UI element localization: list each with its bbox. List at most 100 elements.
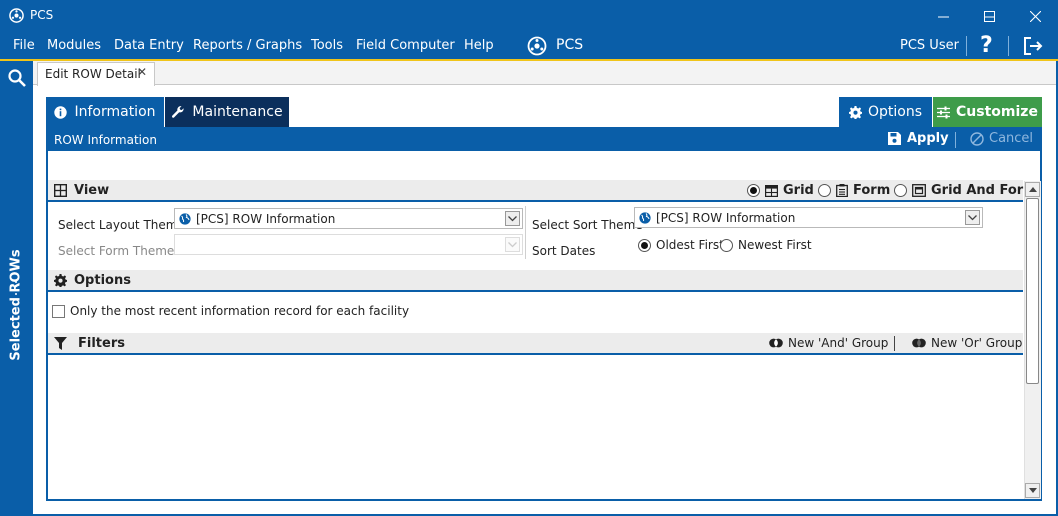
maximize-icon: [983, 10, 995, 22]
new-or-group-label: New 'Or' Group: [931, 336, 1023, 350]
tab-information[interactable]: Information: [46, 97, 164, 127]
minimize-button-hit[interactable]: [920, 0, 966, 32]
gear-icon: [54, 274, 67, 287]
options-button-label: Options: [867, 104, 923, 120]
sort-dates-newest-radio[interactable]: [720, 238, 733, 252]
options-section-title: Options: [54, 273, 131, 288]
menu-tools[interactable]: Tools: [311, 38, 343, 53]
layout-theme-label: Select Layout Theme: [58, 218, 185, 232]
scroll-up-button[interactable]: [1025, 182, 1040, 197]
grid-icon: [54, 184, 67, 197]
form-theme-select[interactable]: [174, 234, 523, 255]
menu-field-computer[interactable]: Field Computer: [356, 38, 455, 53]
filters-title-label: Filters: [78, 336, 125, 351]
apply-button-label: Apply: [907, 131, 949, 146]
options-button[interactable]: Options: [839, 97, 932, 127]
search-icon[interactable]: [7, 68, 27, 88]
maximize-button[interactable]: [966, 0, 1012, 32]
tab-information-label: Information: [74, 104, 156, 120]
and-group-icon: [769, 338, 783, 348]
title-bar: [0, 0, 1058, 32]
logout-icon[interactable]: [1022, 35, 1044, 57]
view-title-label: View: [74, 183, 110, 198]
view-mode-grid-and-form[interactable]: Grid And Form: [894, 183, 1037, 198]
app-logo-icon: [9, 8, 24, 23]
options-section-header: [48, 270, 1023, 292]
form-icon: [836, 184, 848, 197]
view-mode-form-label: Form: [853, 183, 891, 198]
caret-down-icon: [1028, 488, 1037, 493]
pcs-brand-icon: [527, 36, 547, 56]
sort-dates-oldest[interactable]: Oldest First: [638, 238, 724, 252]
document-tab-close-icon[interactable]: ✕: [137, 65, 147, 79]
customize-button[interactable]: Customize: [933, 97, 1042, 127]
apply-button[interactable]: Apply: [888, 131, 949, 146]
scroll-down-button[interactable]: [1025, 483, 1040, 498]
document-tab-label: Edit ROW Detail: [45, 67, 141, 81]
globe-icon: [639, 211, 651, 224]
view-section-title: View: [54, 183, 109, 198]
sort-dates-label: Sort Dates: [532, 244, 596, 258]
menu-help[interactable]: Help: [464, 38, 494, 53]
user-name[interactable]: PCS User: [900, 38, 959, 53]
close-icon: [1029, 10, 1041, 22]
help-icon[interactable]: ?: [980, 33, 993, 58]
layout-theme-value: [PCS] ROW Information: [196, 211, 336, 226]
customize-button-label: Customize: [956, 104, 1038, 120]
selected-rows-label[interactable]: Selected ROWs: [9, 249, 24, 360]
view-mode-grid-radio[interactable]: [747, 184, 760, 197]
menu-separator: [966, 36, 967, 56]
view-mode-form[interactable]: Form: [818, 183, 890, 198]
sort-dates-oldest-radio[interactable]: [638, 238, 651, 252]
recent-only-checkbox[interactable]: [52, 304, 65, 318]
menu-modules[interactable]: Modules: [47, 38, 101, 53]
row-information-title: ROW Information: [54, 133, 157, 147]
sort-theme-select[interactable]: [PCS] ROW Information: [634, 207, 983, 228]
menu-data-entry[interactable]: Data Entry: [114, 38, 184, 53]
recent-only-label: Only the most recent information record …: [70, 304, 410, 318]
toolbar-separator: [955, 132, 956, 148]
new-and-group-label: New 'And' Group: [788, 336, 889, 350]
sort-dates-oldest-label: Oldest First: [656, 238, 724, 252]
filter-icon: [54, 337, 67, 350]
view-mode-form-radio[interactable]: [818, 184, 831, 197]
or-group-icon: [912, 338, 926, 348]
document-tab-strip: [33, 61, 1056, 85]
new-or-group-button[interactable]: New 'Or' Group: [912, 336, 1022, 350]
chevron-down-icon[interactable]: [505, 211, 520, 226]
gear-icon: [848, 105, 862, 119]
view-mode-grid[interactable]: Grid: [747, 183, 814, 198]
menu-reports-graphs[interactable]: Reports / Graphs: [193, 38, 302, 53]
layout-theme-select[interactable]: [PCS] ROW Information: [174, 208, 523, 229]
sort-theme-value: [PCS] ROW Information: [656, 210, 796, 225]
menu-file[interactable]: File: [13, 38, 35, 53]
chevron-down-icon[interactable]: [965, 210, 980, 225]
sort-theme-label: Select Sort Theme: [532, 218, 643, 232]
wrench-icon: [172, 106, 184, 118]
view-mode-grid-and-form-label: Grid And Form: [931, 183, 1037, 198]
cancel-icon: [970, 131, 984, 146]
cancel-button[interactable]: Cancel: [970, 131, 1033, 146]
cancel-button-label: Cancel: [989, 131, 1034, 146]
filter-actions-separator: [894, 336, 895, 351]
brand-label: PCS: [556, 37, 584, 53]
globe-icon: [179, 212, 191, 225]
tab-maintenance-label: Maintenance: [192, 104, 283, 120]
window-title: PCS: [30, 8, 54, 22]
grid-and-form-icon: [912, 184, 926, 197]
tab-maintenance[interactable]: Maintenance: [165, 97, 289, 127]
menu-separator: [1008, 36, 1009, 56]
view-mode-grid-label: Grid: [783, 183, 814, 198]
sliders-icon: [937, 106, 951, 118]
save-icon: [888, 132, 901, 145]
chevron-down-icon: [505, 237, 520, 252]
sort-dates-newest[interactable]: Newest First: [720, 238, 812, 252]
new-and-group-button[interactable]: New 'And' Group: [769, 336, 888, 350]
scroll-thumb[interactable]: [1026, 198, 1039, 384]
info-icon: [54, 105, 68, 119]
close-window-button[interactable]: [1012, 0, 1058, 32]
caret-up-icon: [1028, 187, 1037, 192]
recent-only-option[interactable]: Only the most recent information record …: [52, 304, 409, 318]
view-mode-grid-and-form-radio[interactable]: [894, 184, 907, 197]
sort-dates-newest-label: Newest First: [738, 238, 812, 252]
